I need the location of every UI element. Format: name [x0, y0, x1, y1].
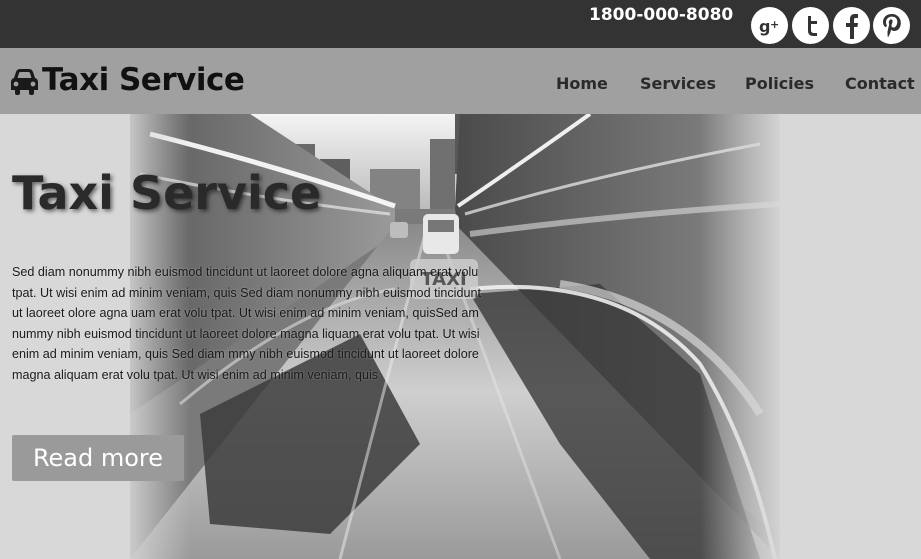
- nav-policies[interactable]: Policies: [745, 74, 814, 93]
- brand-logo-text[interactable]: Taxi Service: [42, 62, 245, 98]
- nav-home[interactable]: Home: [556, 74, 608, 93]
- car-icon: [11, 69, 38, 95]
- read-more-button[interactable]: Read more: [12, 435, 184, 481]
- hero-title: Taxi Service: [12, 166, 322, 220]
- nav-contact[interactable]: Contact: [845, 74, 915, 93]
- pinterest-icon[interactable]: [873, 7, 910, 44]
- svg-text:g: g: [759, 17, 770, 36]
- facebook-icon[interactable]: [833, 7, 870, 44]
- hero-description: Sed diam nonummy nibh euismod tincidunt …: [12, 265, 481, 382]
- google-plus-icon[interactable]: g +: [751, 7, 788, 44]
- top-bar: 1800-000-8080 g +: [0, 0, 921, 48]
- twitter-icon[interactable]: [792, 7, 829, 44]
- main-navbar: Taxi Service Home Services Policies Cont…: [0, 48, 921, 114]
- phone-number: 1800-000-8080: [589, 5, 734, 25]
- svg-text:+: +: [770, 18, 779, 31]
- hero-section: TAXI Taxi Service Sed diam nonummy nibh …: [0, 114, 921, 559]
- nav-services[interactable]: Services: [640, 74, 716, 93]
